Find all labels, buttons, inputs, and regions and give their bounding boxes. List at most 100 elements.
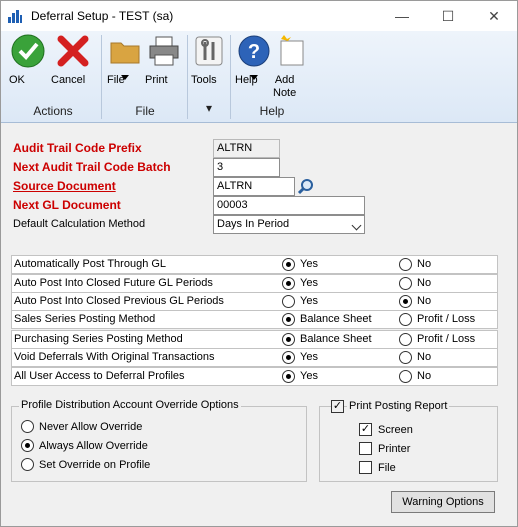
option-radio-a[interactable] bbox=[282, 333, 295, 346]
print-posting-checkbox[interactable]: ✓ bbox=[331, 400, 344, 413]
window-title: Deferral Setup - TEST (sa) bbox=[31, 9, 174, 23]
set-override-radio[interactable] bbox=[21, 458, 34, 471]
source-document-link[interactable]: Source Document bbox=[13, 179, 116, 193]
source-document-field[interactable]: ALTRN bbox=[213, 177, 295, 196]
option-radio-b[interactable] bbox=[399, 351, 412, 364]
close-window-button[interactable]: ✕ bbox=[471, 1, 517, 31]
option-radio-b[interactable] bbox=[399, 313, 412, 326]
next-batch-label: Next Audit Trail Code Batch bbox=[13, 160, 171, 174]
option-radio-a[interactable] bbox=[282, 277, 295, 290]
next-gl-label: Next GL Document bbox=[13, 198, 121, 212]
actions-group-label: Actions bbox=[33, 104, 73, 118]
print-posting-title: Print Posting Report bbox=[347, 400, 450, 412]
option-radio-b[interactable] bbox=[399, 295, 412, 308]
option-radio-a[interactable] bbox=[282, 295, 295, 308]
deferral-setup-window: Deferral Setup - TEST (sa) — ☐ ✕ OK Canc… bbox=[0, 0, 518, 527]
always-override-label: Always Allow Override bbox=[39, 440, 148, 452]
printer-icon bbox=[149, 36, 179, 66]
option-radio-b[interactable] bbox=[399, 258, 412, 271]
option-radio-a[interactable] bbox=[282, 351, 295, 364]
calc-method-label: Default Calculation Method bbox=[13, 218, 146, 230]
option-radio-a-label: Balance Sheet bbox=[300, 333, 372, 345]
file-label: File bbox=[378, 462, 396, 474]
tools-group-arrow[interactable]: ▾ bbox=[191, 101, 227, 115]
add-note-label: Add Note bbox=[273, 74, 297, 99]
ribbon-toolbar: OK Cancel Actions File Print File Tools … bbox=[1, 31, 517, 123]
option-radio-a-label: Balance Sheet bbox=[300, 313, 372, 325]
option-radio-b[interactable] bbox=[399, 333, 412, 346]
help-label: Help bbox=[235, 74, 258, 86]
app-chart-icon bbox=[8, 10, 22, 23]
cancel-x-icon bbox=[57, 35, 89, 67]
option-row-label: All User Access to Deferral Profiles bbox=[14, 370, 185, 382]
screen-label: Screen bbox=[378, 424, 413, 436]
option-radio-a-label: Yes bbox=[300, 258, 318, 270]
tools-icon bbox=[195, 36, 223, 66]
file-checkbox[interactable] bbox=[359, 461, 372, 474]
cancel-button[interactable]: Cancel bbox=[51, 33, 95, 86]
option-radio-b-label: No bbox=[417, 277, 432, 289]
option-radio-b-label: Profit / Loss bbox=[417, 333, 476, 345]
next-batch-field[interactable]: 3 bbox=[213, 158, 280, 177]
file-group-label: File bbox=[135, 104, 155, 118]
ribbon-separator bbox=[187, 35, 188, 119]
ok-button[interactable]: OK bbox=[9, 33, 47, 86]
print-label: Print bbox=[145, 74, 168, 86]
next-gl-field[interactable]: 00003 bbox=[213, 196, 365, 215]
tools-button[interactable]: Tools bbox=[191, 33, 227, 86]
option-radio-a[interactable] bbox=[282, 370, 295, 383]
ribbon-separator bbox=[101, 35, 102, 119]
option-row-label: Auto Post Into Closed Future GL Periods bbox=[14, 277, 213, 289]
option-radio-b-label: No bbox=[417, 295, 432, 307]
profile-override-title: Profile Distribution Account Override Op… bbox=[19, 399, 241, 411]
warning-options-button[interactable]: Warning Options bbox=[391, 491, 495, 513]
add-note-button[interactable]: Add Note bbox=[273, 33, 309, 99]
help-button[interactable]: ? Help bbox=[235, 33, 273, 86]
option-radio-a[interactable] bbox=[282, 313, 295, 326]
option-radio-a-label: Yes bbox=[300, 295, 318, 307]
calc-method-value: Days In Period bbox=[217, 218, 290, 230]
screen-checkbox[interactable]: ✓ bbox=[359, 423, 372, 436]
svg-text:?: ? bbox=[248, 41, 260, 63]
folder-icon bbox=[110, 42, 140, 64]
option-row-label: Sales Series Posting Method bbox=[14, 313, 156, 325]
calc-method-dropdown[interactable]: Days In Period bbox=[213, 215, 365, 234]
option-radio-a-label: Yes bbox=[300, 277, 318, 289]
option-row-label: Automatically Post Through GL bbox=[14, 258, 167, 270]
option-radio-b[interactable] bbox=[399, 370, 412, 383]
never-override-radio[interactable] bbox=[21, 420, 34, 433]
print-button[interactable]: Print bbox=[145, 33, 183, 86]
title-bar: Deferral Setup - TEST (sa) — ☐ ✕ bbox=[1, 1, 517, 31]
option-radio-a[interactable] bbox=[282, 258, 295, 271]
audit-prefix-field[interactable]: ALTRN bbox=[213, 139, 280, 158]
ok-label: OK bbox=[9, 74, 25, 86]
option-row-label: Auto Post Into Closed Previous GL Period… bbox=[14, 295, 224, 307]
file-menu-button[interactable]: File bbox=[107, 33, 143, 86]
file-label: File bbox=[107, 74, 125, 86]
option-row: Automatically Post Through GL Yes No bbox=[11, 255, 498, 274]
help-group-label: Help bbox=[259, 104, 285, 118]
always-override-radio[interactable] bbox=[21, 439, 34, 452]
option-radio-b-label: Profit / Loss bbox=[417, 313, 476, 325]
chevron-down-icon bbox=[351, 220, 362, 231]
set-override-label: Set Override on Profile bbox=[39, 459, 151, 471]
lookup-magnifier-icon[interactable] bbox=[296, 177, 316, 196]
option-radio-b-label: No bbox=[417, 351, 432, 363]
never-override-label: Never Allow Override bbox=[39, 421, 143, 433]
option-row-label: Void Deferrals With Original Transaction… bbox=[14, 351, 215, 363]
option-row: Auto Post Into Closed Future GL Periods Y… bbox=[11, 274, 498, 293]
checkmark-icon bbox=[11, 34, 45, 68]
option-radio-b[interactable] bbox=[399, 277, 412, 290]
option-radio-b-label: No bbox=[417, 258, 432, 270]
tools-label: Tools bbox=[191, 74, 217, 86]
ribbon-separator bbox=[230, 35, 231, 119]
printer-label: Printer bbox=[378, 443, 411, 455]
minimize-button[interactable]: — bbox=[379, 1, 425, 31]
option-radio-b-label: No bbox=[417, 370, 432, 382]
option-radio-a-label: Yes bbox=[300, 351, 318, 363]
audit-prefix-label: Audit Trail Code Prefix bbox=[13, 141, 142, 155]
maximize-button[interactable]: ☐ bbox=[425, 1, 471, 31]
option-row: All User Access to Deferral Profiles Yes N… bbox=[11, 367, 498, 386]
option-row-label: Purchasing Series Posting Method bbox=[14, 333, 183, 345]
printer-checkbox[interactable] bbox=[359, 442, 372, 455]
